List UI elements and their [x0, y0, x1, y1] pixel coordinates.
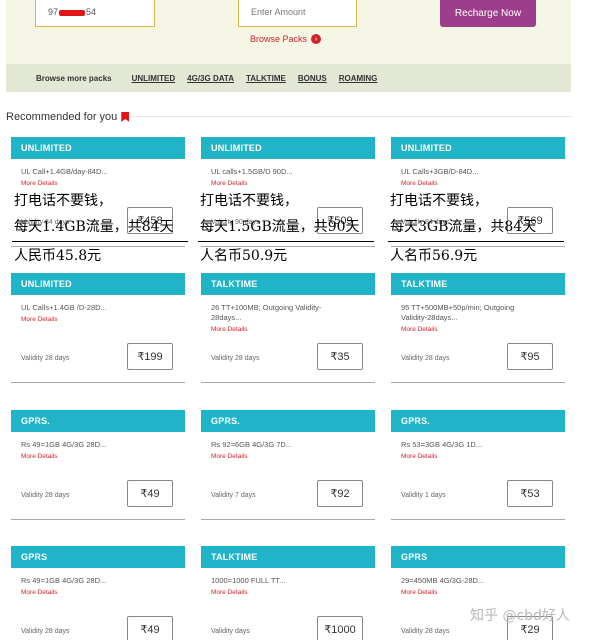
annotation-line: 人民币45.8元 [14, 248, 102, 264]
more-details-link[interactable]: More Details [201, 586, 375, 596]
more-details-link[interactable]: More Details [391, 450, 565, 460]
pack-description: 26 TT+100MB; Outgoing Validity-28days... [211, 303, 322, 323]
more-details-link[interactable]: More Details [391, 323, 565, 333]
pack-category: TALKTIME [201, 273, 375, 295]
pack-category: UNLIMITED [201, 137, 375, 159]
pack-card[interactable]: GPRS. Rs 92=6GB 4G/3G 7D... More Details Va… [201, 410, 375, 520]
pack-validity: Validity days [211, 628, 250, 635]
annotation-underline [198, 241, 374, 242]
pack-description: 95 TT+500MB+50p/min; Outgoing Validity-2… [401, 303, 515, 323]
pack-description: UL calls+1.5GB/D 90D... [211, 167, 293, 176]
pack-description: UL Call+1.4GB/day-84D... [21, 167, 108, 176]
divider [130, 116, 572, 117]
bookmark-icon [121, 112, 130, 122]
redaction-mark [59, 9, 86, 16]
browse-packs-label: Browse Packs [250, 34, 308, 44]
mobile-number-field[interactable]: 97 54 [35, 0, 155, 27]
price-button[interactable]: ₹53 [507, 480, 553, 507]
annotation-2: 打电话不要钱， 每天1.5GB流量，共90天 人名币50.9元 [198, 188, 374, 269]
pack-validity: Validity 28 days [21, 492, 70, 499]
pack-category: TALKTIME [391, 273, 565, 295]
watermark: 知乎 @cbd好人 [470, 608, 570, 624]
pack-link-talktime[interactable]: TALKTIME [246, 74, 286, 83]
annotation-underline [388, 241, 564, 242]
more-details-link[interactable]: More Details [11, 586, 185, 596]
mobile-suffix: 54 [86, 7, 97, 17]
pack-category: UNLIMITED [391, 137, 565, 159]
price-button[interactable]: ₹95 [507, 343, 553, 370]
browse-more-packs-bar: Browse more packs UNLIMITED 4G/3G DATA T… [6, 64, 571, 92]
pack-link-roaming[interactable]: ROAMING [339, 74, 378, 83]
amount-input[interactable]: Enter Amount [238, 0, 357, 27]
pack-link-data[interactable]: 4G/3G DATA [187, 74, 234, 83]
price-button[interactable]: ₹92 [317, 480, 363, 507]
more-details-link[interactable]: More Details [11, 450, 185, 460]
annotation-line: 人名币56.9元 [390, 248, 478, 264]
pack-description: UL Calls+1.4GB /D-28D... [21, 303, 107, 312]
pack-validity: Validity 28 days [211, 355, 260, 362]
annotation-line: 每天1.4GB流量，共84天 [14, 219, 174, 235]
pack-description: Rs 92=6GB 4G/3G 7D... [211, 440, 293, 449]
pack-card[interactable]: TALKTIME 1000=1000 FULL TT... More Details… [201, 546, 375, 640]
recharge-now-button[interactable]: Recharge Now [440, 0, 536, 27]
chevron-right-icon: › [311, 34, 322, 44]
pack-card[interactable]: UNLIMITED UL Calls+1.4GB /D-28D... More De… [11, 273, 185, 383]
annotation-line: 打电话不要钱， [14, 193, 112, 209]
pack-description: UL Calls+3GB/D-84D... [401, 167, 479, 176]
pack-category: TALKTIME [201, 546, 375, 568]
pack-validity: Validity 28 days [21, 628, 70, 635]
recommended-heading: Recommended for you [6, 111, 130, 123]
pack-card[interactable]: GPRS 29=450MB 4G/3G-28D... More Details Val… [391, 546, 565, 640]
pack-validity: Validity 7 days [211, 492, 256, 499]
pack-description: 1000=1000 FULL TT... [211, 576, 286, 585]
browse-more-label: Browse more packs [36, 73, 112, 83]
price-button[interactable]: ₹35 [317, 343, 363, 370]
pack-card[interactable]: GPRS. Rs 53=3GB 4G/3G 1D... More Details Va… [391, 410, 565, 520]
more-details-link[interactable]: More Details [201, 450, 375, 460]
pack-category: GPRS. [11, 410, 185, 432]
price-button[interactable]: ₹1000 [317, 616, 363, 640]
pack-description: Rs 49=1GB 4G/3G 28D... [21, 440, 107, 449]
mobile-prefix: 97 [48, 7, 59, 17]
pack-card[interactable]: TALKTIME 95 TT+500MB+50p/min; Outgoing Va… [391, 273, 565, 383]
pack-card[interactable]: GPRS. Rs 49=1GB 4G/3G 28D... More Details V… [11, 410, 185, 520]
browse-packs-link[interactable]: Browse Packs › [250, 34, 322, 44]
pack-validity: Validity 1 days [401, 492, 446, 499]
annotation-line: 打电话不要钱， [390, 193, 488, 209]
more-details-link[interactable]: More Details [391, 177, 565, 187]
annotation-line: 每天1.5GB流量，共90天 [200, 219, 360, 235]
pack-validity: Validity 28 days [21, 355, 70, 362]
pack-description: Rs 53=3GB 4G/3G 1D... [401, 440, 483, 449]
price-button[interactable]: ₹199 [127, 343, 173, 370]
pack-category: GPRS [11, 546, 185, 568]
pack-description: Rs 49=1GB 4G/3G 28D... [21, 576, 107, 585]
pack-link-unlimited[interactable]: UNLIMITED [132, 74, 176, 83]
annotation-line: 每天3GB流量，共84天 [390, 219, 537, 235]
more-details-link[interactable]: More Details [201, 177, 375, 187]
recommended-title: Recommended for you [6, 111, 118, 123]
price-button[interactable]: ₹49 [127, 480, 173, 507]
more-details-link[interactable]: More Details [391, 586, 565, 596]
pack-link-bonus[interactable]: BONUS [298, 74, 327, 83]
pack-category: UNLIMITED [11, 137, 185, 159]
pack-card[interactable]: GPRS Rs 49=1GB 4G/3G 28D... More Details Va… [11, 546, 185, 640]
pack-card[interactable]: TALKTIME 26 TT+100MB; Outgoing Validity-2… [201, 273, 375, 383]
more-details-link[interactable]: More Details [11, 177, 185, 187]
more-details-link[interactable]: More Details [201, 323, 375, 333]
price-button[interactable]: ₹49 [127, 616, 173, 640]
pack-category: GPRS. [391, 410, 565, 432]
pack-validity: Validity 28 days [401, 355, 450, 362]
pack-category: GPRS. [201, 410, 375, 432]
pack-category: UNLIMITED [11, 273, 185, 295]
annotation-line: 打电话不要钱， [200, 193, 298, 209]
more-details-link[interactable]: More Details [11, 313, 185, 323]
pack-description: 29=450MB 4G/3G-28D... [401, 576, 485, 585]
annotation-1: 打电话不要钱， 每天1.4GB流量，共84天 人民币45.8元 [12, 188, 188, 269]
annotation-underline [12, 241, 188, 242]
annotation-3: 打电话不要钱， 每天3GB流量，共84天 人名币56.9元 [388, 188, 564, 269]
pack-category: GPRS [391, 546, 565, 568]
pack-validity: Validity 28 days [401, 628, 450, 635]
annotation-line: 人名币50.9元 [200, 248, 288, 264]
